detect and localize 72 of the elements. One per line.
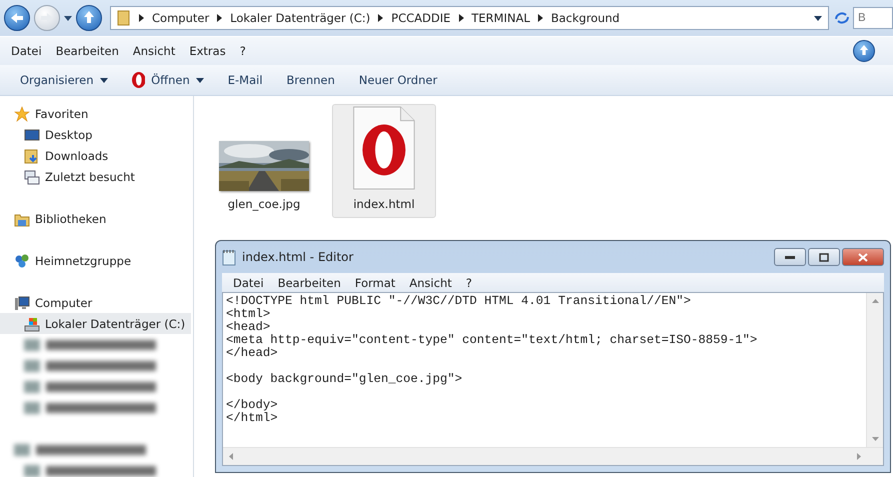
menu-item[interactable]: ? <box>458 276 479 290</box>
toolbar-button[interactable]: Öffnen <box>122 69 214 91</box>
toolbar-button[interactable]: E-Mail <box>218 70 273 90</box>
file-item[interactable]: glen_coe.jpg <box>212 104 316 218</box>
menu-item[interactable]: Datei <box>4 44 49 58</box>
homegroup-icon <box>14 252 30 268</box>
code-line: </head> <box>226 347 279 360</box>
sidebar-item[interactable]: Downloads <box>0 145 191 166</box>
sidebar-item[interactable]: Bibliotheken <box>0 208 191 229</box>
toolbar-button[interactable]: Neuer Ordner <box>348 70 448 90</box>
toolbar-button[interactable]: Organisieren <box>10 70 118 90</box>
window-title: index.html - Editor <box>242 250 354 264</box>
menu-item[interactable]: Ansicht <box>402 276 459 290</box>
breadcrumb[interactable]: Computer <box>152 11 210 25</box>
chevron-icon <box>538 14 543 22</box>
minimize-button[interactable] <box>774 248 806 266</box>
back-button[interactable] <box>4 5 30 31</box>
maximize-icon <box>819 252 829 262</box>
monitor-icon <box>24 126 40 142</box>
sidebar-item[interactable]: Favoriten <box>0 103 191 124</box>
menu-item[interactable]: ? <box>232 44 253 58</box>
sidebar-item[interactable]: Heimnetzgruppe <box>0 250 191 271</box>
star-icon <box>14 106 30 122</box>
caret-icon[interactable] <box>814 16 822 20</box>
arrow-up-icon <box>83 10 95 24</box>
menu-item[interactable]: Bearbeiten <box>48 44 126 58</box>
address-bar[interactable]: Computer Lokaler Datenträger (C:) PCCADDIE TERMINAL Background <box>110 6 829 30</box>
arrow-left-icon <box>10 12 24 24</box>
minimize-icon <box>785 255 795 259</box>
refresh-icon[interactable] <box>833 10 851 26</box>
file-item[interactable]: index.html <box>332 104 436 218</box>
chevron-icon <box>139 14 144 22</box>
sidebar-item[interactable]: Lokaler Datenträger (C:) <box>0 313 191 334</box>
breadcrumb[interactable]: Background <box>551 11 620 25</box>
opera-icon <box>132 72 146 88</box>
chevron-icon <box>217 14 222 22</box>
drive-icon <box>24 316 40 332</box>
folder-icon <box>117 10 131 26</box>
toolbar-button[interactable]: Brennen <box>276 70 345 90</box>
recent-places-icon <box>24 168 40 184</box>
code-line: <html> <box>226 308 272 321</box>
chevron-icon <box>378 14 384 22</box>
close-button[interactable] <box>842 248 884 266</box>
html-file-icon <box>351 105 417 191</box>
arrow-up-icon <box>859 44 869 56</box>
breadcrumb[interactable]: Lokaler Datenträger (C:) <box>230 11 370 25</box>
menu-item[interactable]: Format <box>348 276 402 290</box>
code-line: </body> <box>226 399 279 412</box>
close-icon <box>858 252 868 262</box>
code-line: <head> <box>226 321 271 334</box>
chevron-icon <box>458 14 464 22</box>
menu-item[interactable]: Datei <box>226 276 271 290</box>
computer-icon <box>14 294 30 310</box>
code-line: </html> <box>226 412 279 425</box>
sidebar-item[interactable]: Desktop <box>0 124 191 145</box>
up-button[interactable] <box>76 5 102 31</box>
code-line: <body background="glen_coe.jpg"> <box>226 373 464 386</box>
caret-icon[interactable] <box>64 16 72 20</box>
code-line: <!DOCTYPE html PUBLIC "-//W3C//DTD HTML 4.01 Transitional//EN"> <box>226 295 692 308</box>
up-button[interactable] <box>853 40 875 62</box>
folder-icon <box>24 148 40 164</box>
menu-item[interactable]: Extras <box>182 44 233 58</box>
maximize-button[interactable] <box>808 248 840 266</box>
breadcrumb[interactable]: TERMINAL <box>472 11 530 25</box>
search-field[interactable]: B <box>853 7 893 29</box>
sidebar-item[interactable]: Zuletzt besucht <box>0 166 191 187</box>
code-line: <meta http-equiv="content-type" content="text/html; charset=ISO-8859-1"> <box>226 334 758 347</box>
breadcrumb[interactable]: PCCADDIE <box>391 11 451 25</box>
menu-item[interactable]: Ansicht <box>126 44 182 58</box>
sidebar-item[interactable]: Computer <box>0 292 191 313</box>
menu-item[interactable]: Bearbeiten <box>270 276 348 290</box>
notepad-icon <box>222 248 236 266</box>
